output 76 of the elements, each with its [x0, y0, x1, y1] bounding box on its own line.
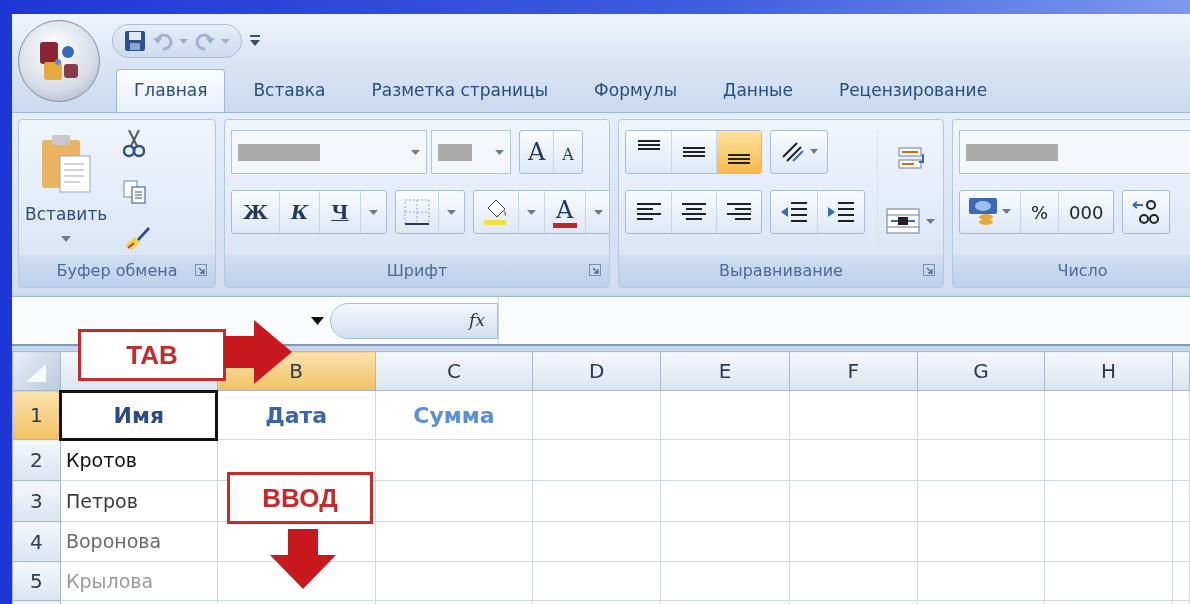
align-icon [683, 147, 705, 157]
decrease-indent-icon[interactable] [779, 199, 809, 225]
bold-button[interactable]: Ж [232, 191, 279, 233]
column-header[interactable]: D [532, 351, 661, 391]
scissors-icon[interactable] [123, 130, 146, 158]
ribbon-tab[interactable]: Вставка [235, 68, 344, 112]
brush-icon[interactable] [123, 225, 152, 251]
increase-indent-icon[interactable] [826, 199, 856, 225]
arrow-down-icon [270, 529, 336, 589]
copy-icon[interactable] [123, 179, 148, 204]
align-icon [681, 201, 707, 223]
name-box-caret-icon[interactable] [311, 316, 324, 325]
table-cell: Крылова [60, 561, 218, 601]
table-cell: Петров [60, 480, 218, 522]
save-icon[interactable] [123, 29, 147, 53]
column-header[interactable]: G [917, 351, 1045, 391]
ribbon-tab[interactable]: Рецензирование [820, 68, 1006, 112]
row-header[interactable]: 1 [12, 390, 61, 440]
table-cell: Кротов [60, 439, 218, 481]
shrink-font-button[interactable]: A [553, 131, 582, 173]
paste-button[interactable]: Вставить [25, 130, 108, 251]
group-title: Число [1057, 260, 1108, 282]
row-header[interactable]: 3 [12, 480, 61, 522]
align-bottom-button[interactable] [716, 131, 761, 173]
key-label: ВВОД [227, 472, 373, 524]
column-header[interactable]: E [660, 351, 790, 391]
font-name-field[interactable] [231, 130, 427, 174]
borders-icon[interactable] [403, 199, 430, 225]
dialog-launcher-icon[interactable] [589, 264, 601, 276]
italic-button[interactable]: К [278, 191, 320, 233]
row-header[interactable]: 4 [12, 521, 61, 562]
column-header[interactable]: C [375, 351, 533, 391]
dialog-launcher-icon[interactable] [195, 264, 207, 276]
table-cell: Воронова [60, 521, 218, 562]
caret-icon [411, 149, 420, 155]
font-size-field[interactable] [431, 130, 511, 174]
merge-cells-icon[interactable] [886, 206, 938, 235]
caret-icon[interactable] [593, 209, 603, 215]
dialog-launcher-icon[interactable] [923, 264, 935, 276]
color-bar-icon [552, 222, 577, 228]
group-title: Буфер обмена [56, 260, 178, 282]
table-cell: Дата [217, 390, 376, 440]
decimal-icon[interactable] [1131, 197, 1162, 227]
caret-icon[interactable] [368, 209, 378, 215]
percent-button[interactable]: % [1020, 191, 1059, 233]
grow-font-button[interactable]: A [520, 131, 554, 173]
group-title: Выравнивание [719, 260, 843, 282]
arrow-right-icon [224, 320, 292, 384]
ribbon-tab[interactable]: Формулы [576, 68, 696, 112]
group-title: Шрифт [386, 260, 448, 282]
row-header[interactable]: 5 [12, 561, 61, 601]
align-icon [637, 140, 660, 150]
align-icon [728, 154, 750, 164]
ribbon-tab[interactable]: Данные [705, 68, 811, 112]
column-header[interactable]: H [1044, 351, 1173, 391]
caret-icon [495, 149, 504, 155]
customize-icon[interactable] [248, 34, 262, 48]
function-button[interactable]: fx [330, 302, 498, 339]
number-format-field[interactable] [959, 130, 1190, 174]
caret-icon[interactable] [526, 209, 536, 215]
currency-icon[interactable] [968, 197, 1012, 227]
table-cell: Сумма [375, 390, 533, 440]
corner-icon [26, 363, 47, 382]
caret-icon[interactable] [446, 209, 456, 215]
ribbon-tab[interactable]: Разметка страницы [353, 68, 567, 112]
ribbon-tab[interactable]: Главная [116, 68, 226, 112]
thousands-button[interactable]: 000 [1058, 191, 1114, 233]
key-label: TAB [78, 329, 226, 381]
row-header[interactable]: 2 [12, 439, 61, 481]
table-cell: Имя [60, 390, 218, 440]
redacted-bar [438, 143, 472, 161]
align-icon [635, 201, 662, 223]
column-header[interactable]: F [789, 351, 917, 391]
font-color-button[interactable]: A [543, 191, 585, 233]
underline-button[interactable]: Ч [319, 191, 360, 233]
align-icon [726, 201, 752, 223]
